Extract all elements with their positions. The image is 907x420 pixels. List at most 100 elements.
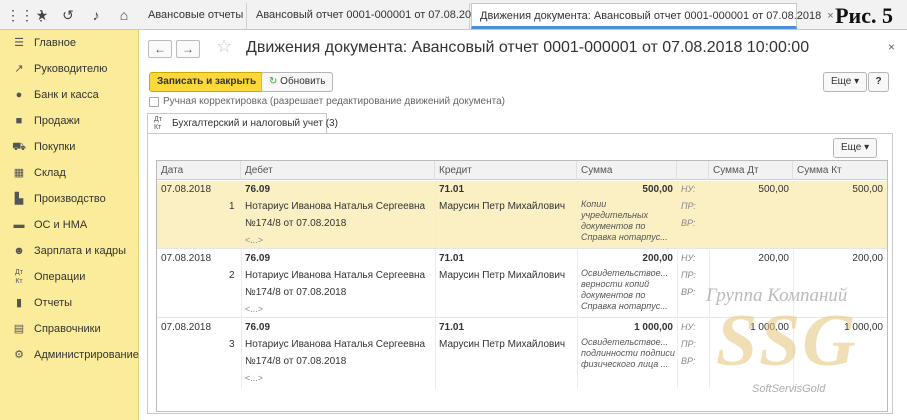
col-date[interactable]: Дата xyxy=(157,161,241,180)
table-row[interactable]: 07.08.2018 1 76.09 Нотариус Иванова Ната… xyxy=(157,181,887,249)
debit-subconto-1: Нотариус Иванова Наталья Сергеевна xyxy=(245,201,426,212)
table-row[interactable]: 07.08.2018 3 76.09 Нотариус Иванова Ната… xyxy=(157,319,887,389)
cart-icon: ⛟ xyxy=(12,141,26,153)
coin-icon: ● xyxy=(15,89,23,101)
debit-account: 76.09 xyxy=(245,184,271,195)
sidebar-item-reports[interactable]: ▮ Отчеты xyxy=(0,290,139,316)
pr-label: ПР: xyxy=(681,201,696,211)
manual-edit-checkbox[interactable] xyxy=(149,97,159,107)
tab-advance-report-doc[interactable]: Авансовый отчет 0001-000001 от 07.08.201… xyxy=(248,3,483,29)
sidebar-item-manager[interactable]: ↗ Руководителю xyxy=(0,56,139,82)
table-row[interactable]: 07.08.2018 2 76.09 Нотариус Иванова Ната… xyxy=(157,250,887,318)
debit-subconto-1: Нотариус Иванова Наталья Сергеевна xyxy=(245,270,426,281)
favorite-star-icon[interactable]: ☆ xyxy=(216,36,232,57)
back-button[interactable]: ← xyxy=(148,40,172,58)
row-sum: 500,00 xyxy=(642,184,673,195)
row-content: Освидетельствое... верности копий докуме… xyxy=(581,268,669,311)
credit-account: 71.01 xyxy=(439,184,465,195)
sidebar-item-references[interactable]: ▤ Справочники xyxy=(0,316,139,342)
favorites-star-icon[interactable]: ★ xyxy=(32,5,52,25)
table-header: Дата Дебет Кредит Сумма Сумма Дт Сумма К… xyxy=(157,161,887,180)
dtkt-icon: Дт Кт xyxy=(154,116,162,132)
nu-label: НУ: xyxy=(681,184,696,194)
top-bar: ⋮⋮⋮ ★ ↺ ♪ ⌂ Авансовые отчеты Авансовый о… xyxy=(0,0,907,30)
home-icon[interactable]: ⌂ xyxy=(114,5,134,25)
sidebar-item-admin[interactable]: ⚙ Администрирование xyxy=(0,342,139,368)
debit-subconto-2: №174/8 от 07.08.2018 xyxy=(245,218,347,229)
sidebar-item-label: ОС и НМА xyxy=(34,219,88,231)
tab-label: Авансовые отчеты xyxy=(148,9,244,21)
sidebar-item-warehouse[interactable]: ▦ Склад xyxy=(0,160,139,186)
credit-account: 71.01 xyxy=(439,253,465,264)
list-icon: ☰ xyxy=(14,37,24,49)
row-date: 07.08.2018 xyxy=(161,253,212,264)
forward-button[interactable]: → xyxy=(176,40,200,58)
pr-label: ПР: xyxy=(681,270,696,280)
col-debit[interactable]: Дебет xyxy=(241,161,435,180)
col-sum[interactable]: Сумма xyxy=(577,161,677,180)
refresh-button[interactable]: ↻ Обновить xyxy=(261,72,334,92)
sidebar-item-label: Операции xyxy=(34,271,86,283)
debit-subconto-1: Нотариус Иванова Наталья Сергеевна xyxy=(245,339,426,350)
sidebar-item-salary[interactable]: ☻ Зарплата и кадры xyxy=(0,238,139,264)
col-sum-dt[interactable]: Сумма Дт xyxy=(709,161,793,180)
close-tab-icon[interactable]: × xyxy=(827,10,833,22)
debit-account: 76.09 xyxy=(245,322,271,333)
movements-table: Дата Дебет Кредит Сумма Сумма Дт Сумма К… xyxy=(156,160,888,412)
row-number: 3 xyxy=(229,339,235,350)
row-sum-dt: 200,00 xyxy=(758,253,789,264)
tab-label: Авансовый отчет 0001-000001 от 07.08.201… xyxy=(256,9,484,21)
credit-subconto-1: Марусин Петр Михайлович xyxy=(439,270,566,281)
row-number: 1 xyxy=(229,201,235,212)
car-icon: ▬ xyxy=(13,219,25,231)
save-and-close-button[interactable]: Записать и закрыть xyxy=(149,72,265,92)
sidebar-item-label: Банк и касса xyxy=(34,89,99,101)
row-sum: 200,00 xyxy=(642,253,673,264)
apps-grid-icon[interactable]: ⋮⋮⋮ xyxy=(6,5,48,25)
bag-icon: ■ xyxy=(15,115,23,127)
more-button[interactable]: Еще ▾ xyxy=(823,72,868,92)
credit-subconto-1: Марусин Петр Михайлович xyxy=(439,201,566,212)
row-sum-kt: 200,00 xyxy=(852,253,883,264)
sidebar-item-production[interactable]: ▙ Производство xyxy=(0,186,139,212)
row-date: 07.08.2018 xyxy=(161,322,212,333)
col-sum-kt[interactable]: Сумма Кт xyxy=(793,161,887,180)
grid-more-button[interactable]: Еще ▾ xyxy=(833,138,878,158)
tab-accounting-tax[interactable]: Дт Кт Бухгалтерский и налоговый учет (3) xyxy=(147,113,338,134)
help-button[interactable]: ? xyxy=(868,72,889,92)
gear-icon: ⚙ xyxy=(14,349,24,361)
tab-document-movements[interactable]: Движения документа: Авансовый отчет 0001… xyxy=(471,3,834,29)
col-credit[interactable]: Кредит xyxy=(435,161,577,180)
sidebar-item-operations[interactable]: Дт Кт Операции xyxy=(0,264,139,290)
row-content: Освидетельствое... подлинности подписи ф… xyxy=(581,337,675,369)
row-sum-kt: 1 000,00 xyxy=(844,322,883,333)
tab-advance-reports[interactable]: Авансовые отчеты xyxy=(140,3,247,29)
sidebar-item-label: Производство xyxy=(34,193,106,205)
pr-label: ПР: xyxy=(681,339,696,349)
debit-subconto-3: <...> xyxy=(245,235,264,245)
sidebar-item-bank[interactable]: ● Банк и касса xyxy=(0,82,139,108)
sidebar-item-assets[interactable]: ▬ ОС и НМА xyxy=(0,212,139,238)
history-icon[interactable]: ↺ xyxy=(58,5,78,25)
sidebar-item-purchases[interactable]: ⛟ Покупки xyxy=(0,134,139,160)
credit-account: 71.01 xyxy=(439,322,465,333)
close-icon[interactable]: × xyxy=(888,40,895,54)
arrow-left-icon: ← xyxy=(154,42,166,56)
warehouse-icon: ▦ xyxy=(13,167,25,179)
page-title: Движения документа: Авансовый отчет 0001… xyxy=(246,39,810,56)
row-content: Копии учредительных документов по Справк… xyxy=(581,199,668,242)
sidebar-item-main[interactable]: ☰ Главное xyxy=(0,30,139,56)
sidebar-item-label: Справочники xyxy=(34,323,101,335)
sidebar-item-label: Покупки xyxy=(34,141,76,153)
debit-subconto-2: №174/8 от 07.08.2018 xyxy=(245,356,347,367)
sidebar-item-label: Руководителю xyxy=(34,63,108,75)
figure-label: Рис. 5 xyxy=(835,3,893,28)
dt-text: Дт xyxy=(154,116,162,123)
sidebar-item-sales[interactable]: ■ Продажи xyxy=(0,108,139,134)
row-sum-dt: 500,00 xyxy=(758,184,789,195)
kt-text: Кт xyxy=(154,124,162,131)
row-sum-kt: 500,00 xyxy=(852,184,883,195)
arrow-right-icon: → xyxy=(182,42,194,56)
bell-icon[interactable]: ♪ xyxy=(86,5,106,25)
vr-label: ВР: xyxy=(681,356,696,366)
